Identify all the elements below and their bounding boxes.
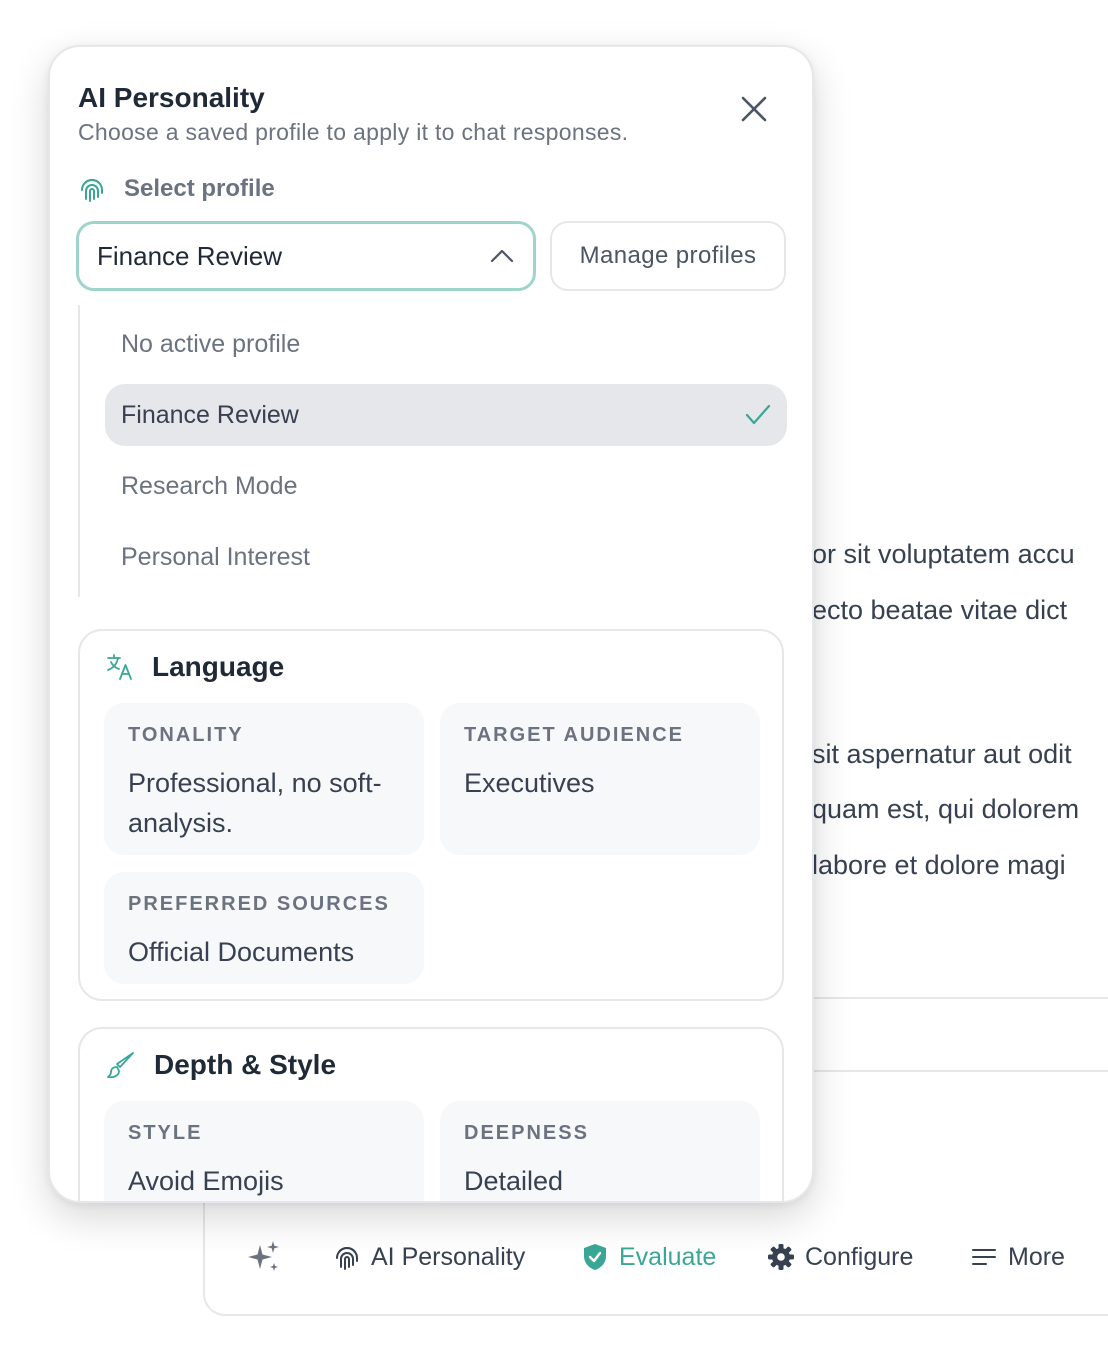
toolbar-evaluate-button[interactable]: Evaluate	[581, 1238, 716, 1276]
deepness-label: DEEPNESS	[464, 1122, 589, 1144]
toolbar-item-label: AI Personality	[371, 1242, 526, 1271]
sparkles-button[interactable]	[246, 1238, 282, 1276]
language-card: Language TONALITY Professional, no soft-…	[78, 629, 784, 1001]
depth-style-card-header: Depth & Style	[106, 1049, 336, 1081]
profile-option-no-active[interactable]: No active profile	[105, 313, 787, 375]
popover-subtitle: Choose a saved profile to apply it to ch…	[78, 119, 629, 145]
check-icon	[745, 404, 771, 425]
toolbar-item-label: More	[1008, 1242, 1065, 1271]
divider	[812, 997, 1108, 999]
fingerprint-icon	[336, 1247, 358, 1270]
preferred-sources-value: Official Documents	[128, 937, 355, 967]
style-tile: STYLE Avoid Emojis	[104, 1101, 424, 1201]
sparkles-icon	[248, 1241, 279, 1271]
deepness-tile: DEEPNESS Detailed	[440, 1101, 760, 1201]
target-audience-value: Executives	[464, 768, 595, 798]
document-text-line: quam est, qui dolorem	[812, 794, 1080, 824]
manage-profiles-button[interactable]: Manage profiles	[550, 221, 786, 291]
target-audience-label: TARGET AUDIENCE	[464, 724, 684, 746]
profile-option-personal-interest[interactable]: Personal Interest	[105, 526, 787, 588]
toolbar-item-label: Evaluate	[619, 1242, 717, 1271]
deepness-value: Detailed	[464, 1166, 564, 1196]
language-card-title: Language	[152, 651, 285, 682]
shield-check-icon	[584, 1244, 606, 1270]
document-text-line: or sit voluptatem accu	[812, 539, 1075, 569]
language-card-header: Language	[106, 651, 284, 683]
style-label: STYLE	[128, 1122, 203, 1144]
paintbrush-icon	[107, 1052, 134, 1079]
divider	[812, 1070, 1108, 1072]
translate-icon	[107, 654, 132, 680]
document-text-line: sit aspernatur aut odit	[812, 739, 1072, 769]
profile-option-research-mode[interactable]: Research Mode	[105, 455, 787, 517]
option-label: No active profile	[121, 329, 301, 358]
option-label: Finance Review	[121, 400, 299, 429]
select-profile-text: Select profile	[124, 175, 275, 202]
profile-dropdown-list: No active profile Finance Review Researc…	[78, 305, 790, 597]
document-text-line: ecto beatae vitae dict	[812, 595, 1068, 625]
popover-title: AI Personality	[78, 82, 265, 113]
depth-style-card: Depth & Style STYLE Avoid Emojis DEEPNES…	[78, 1027, 784, 1201]
profile-select[interactable]: Finance Review	[76, 221, 536, 291]
close-button[interactable]	[734, 89, 774, 129]
document-text-line: labore et dolore magi	[812, 850, 1066, 880]
toolbar-item-label: Configure	[805, 1242, 914, 1271]
preferred-sources-tile: PREFERRED SOURCES Official Documents	[104, 872, 424, 984]
toolbar-more-button[interactable]: More	[970, 1238, 1065, 1276]
option-label: Personal Interest	[121, 542, 310, 571]
gear-icon	[768, 1244, 794, 1270]
close-icon	[741, 96, 767, 122]
ai-personality-popover: AI Personality Choose a saved profile to…	[48, 45, 814, 1203]
option-label: Research Mode	[121, 471, 298, 500]
menu-icon	[972, 1249, 996, 1265]
fingerprint-icon	[81, 179, 103, 202]
tonality-label: TONALITY	[128, 724, 244, 746]
depth-style-card-title: Depth & Style	[154, 1049, 337, 1080]
style-value: Avoid Emojis	[128, 1166, 284, 1196]
tonality-value: Professional, no soft-analysis.	[128, 768, 382, 838]
profile-select-value: Finance Review	[97, 240, 282, 271]
chevron-up-icon	[490, 249, 514, 263]
select-profile-label: Select profile	[78, 175, 275, 203]
toolbar-configure-button[interactable]: Configure	[767, 1238, 913, 1276]
tonality-tile: TONALITY Professional, no soft-analysis.	[104, 703, 424, 855]
target-audience-tile: TARGET AUDIENCE Executives	[440, 703, 760, 855]
preferred-sources-label: PREFERRED SOURCES	[128, 893, 390, 915]
profile-option-finance-review[interactable]: Finance Review	[105, 384, 787, 446]
toolbar-ai-personality-button[interactable]: AI Personality	[333, 1238, 525, 1276]
